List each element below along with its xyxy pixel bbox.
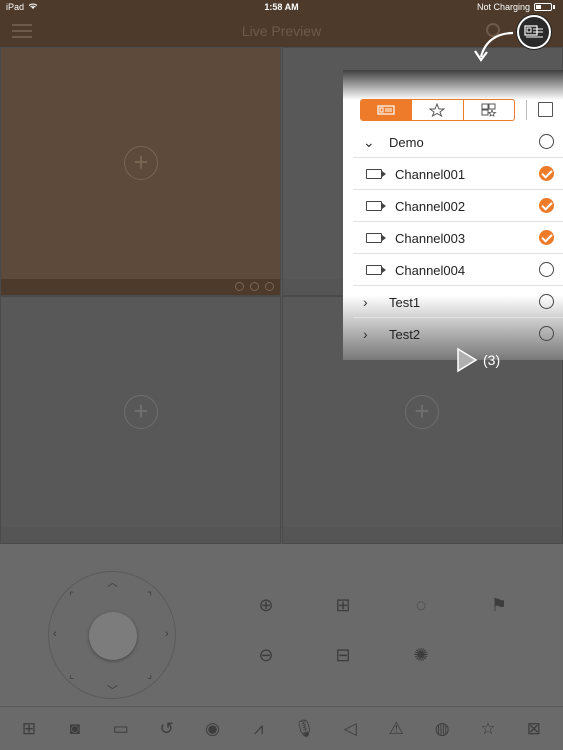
left-arrow-icon[interactable]: ‹ <box>53 628 57 640</box>
group-label: Test1 <box>389 295 421 310</box>
channel-row[interactable]: Channel003 <box>353 222 563 254</box>
down-left-arrow-icon[interactable]: ⌞ <box>69 668 74 681</box>
alarm-icon[interactable]: ⚠ <box>383 716 409 742</box>
add-channel-icon[interactable]: + <box>405 395 439 429</box>
bottom-toolbar: ⊞ ◙ ▭ ↺ ◉ ⩘ 🎙 ◁ ⚠ ◍ ☆ ⊠ <box>0 706 563 750</box>
close-all-icon[interactable]: ⊠ <box>521 716 547 742</box>
star-folder-icon <box>429 103 446 117</box>
annotation-arrow-icon <box>474 31 514 62</box>
cell-toolbar <box>1 527 280 543</box>
favorite-star-icon[interactable]: ☆ <box>475 716 501 742</box>
chevron-down-icon[interactable]: ⌄ <box>363 134 375 151</box>
cell-toolbar <box>283 527 562 543</box>
add-channel-icon[interactable]: + <box>124 146 158 180</box>
ptz-joystick[interactable]: ︿ ﹀ ‹ › ⌜ ⌝ ⌞ ⌟ <box>48 571 176 699</box>
channel-row[interactable]: Channel004 <box>353 254 563 286</box>
play-icon[interactable] <box>455 347 479 373</box>
select-checkbox[interactable] <box>539 326 554 341</box>
up-arrow-icon[interactable]: ︿ <box>107 574 118 590</box>
charging-status: Not Charging <box>476 2 530 12</box>
panel-tabs <box>360 99 515 121</box>
grid-star-icon <box>481 103 497 117</box>
group-row-demo[interactable]: ⌄ Demo <box>353 126 563 158</box>
up-right-arrow-icon[interactable]: ⌝ <box>147 590 152 603</box>
tab-groups[interactable] <box>464 100 514 120</box>
select-checkbox[interactable] <box>539 198 554 213</box>
joystick-knob[interactable] <box>89 612 137 660</box>
channel-row[interactable]: Channel002 <box>353 190 563 222</box>
select-checkbox[interactable] <box>539 134 554 149</box>
stream-quality-icon[interactable]: ⩘ <box>245 716 271 742</box>
video-cell-3[interactable]: + <box>0 296 281 544</box>
device-list-icon <box>524 25 543 38</box>
zoom-out-icon[interactable]: ⊖ <box>255 644 277 666</box>
ptz-panel: ︿ ﹀ ‹ › ⌜ ⌝ ⌞ ⌟ ⊕ ⊞ ◌ ⚑ ⊖ ⊟ ✺ <box>0 544 563 706</box>
split-screen-icon[interactable]: ⊞ <box>16 716 42 742</box>
chevron-right-icon[interactable]: › <box>363 294 368 310</box>
down-right-arrow-icon[interactable]: ⌟ <box>147 668 152 681</box>
iris-open-icon[interactable]: ◌ <box>410 594 432 616</box>
group-label: Demo <box>389 135 424 150</box>
fisheye-icon[interactable]: ◉ <box>200 716 226 742</box>
step-label: (3) <box>483 352 501 368</box>
status-right: Not Charging <box>477 2 555 12</box>
cell-toolbar <box>1 279 280 295</box>
channel-panel: ⌄ Demo Channel001 Channel002 Channel003 … <box>343 70 563 360</box>
camera-icon <box>366 233 386 243</box>
focus-in-icon[interactable]: ⊞ <box>332 594 354 616</box>
group-label: Test2 <box>389 327 421 342</box>
down-arrow-icon[interactable]: ﹀ <box>107 682 118 698</box>
chevron-right-icon[interactable]: › <box>363 326 368 342</box>
channel-label: Channel004 <box>395 263 466 278</box>
iris-close-icon[interactable]: ✺ <box>410 644 432 666</box>
close-icon[interactable] <box>265 282 274 291</box>
channel-label: Channel003 <box>395 231 466 246</box>
battery-icon <box>534 3 552 11</box>
image-view-icon[interactable] <box>538 102 553 117</box>
device-icon <box>377 105 395 115</box>
select-checkbox[interactable] <box>539 230 554 245</box>
panel-divider <box>526 100 527 120</box>
channel-list: ⌄ Demo Channel001 Channel002 Channel003 … <box>353 126 563 350</box>
select-checkbox[interactable] <box>539 262 554 277</box>
up-left-arrow-icon[interactable]: ⌜ <box>69 590 74 603</box>
record-icon[interactable]: ▭ <box>108 716 134 742</box>
snapshot-icon[interactable]: ◙ <box>62 716 88 742</box>
battery-tip <box>553 5 555 9</box>
channel-label: Channel001 <box>395 167 466 182</box>
instant-playback-icon[interactable]: ↺ <box>154 716 180 742</box>
video-cell-1[interactable]: + <box>0 47 281 296</box>
camera-icon <box>366 201 386 211</box>
zoom-in-icon[interactable]: ⊕ <box>255 594 277 616</box>
channel-label: Channel002 <box>395 199 466 214</box>
microphone-icon[interactable]: 🎙 <box>291 716 317 742</box>
zoom-icon[interactable] <box>235 282 244 291</box>
select-checkbox[interactable] <box>539 294 554 309</box>
mic-icon[interactable] <box>250 282 259 291</box>
group-row-test2[interactable]: › Test2 <box>353 318 563 350</box>
focus-out-icon[interactable]: ⊟ <box>332 644 354 666</box>
right-arrow-icon[interactable]: › <box>165 628 169 640</box>
preset-flag-icon[interactable]: ⚑ <box>488 594 510 616</box>
select-checkbox[interactable] <box>539 166 554 181</box>
device-list-button[interactable] <box>517 15 551 49</box>
color-adjust-icon[interactable]: ◍ <box>429 716 455 742</box>
tab-devices[interactable] <box>361 100 413 120</box>
play-annotation: (3) <box>455 347 500 373</box>
camera-icon <box>366 265 386 275</box>
tab-favorites[interactable] <box>412 100 464 120</box>
group-row-test1[interactable]: › Test1 <box>353 286 563 318</box>
add-channel-icon[interactable]: + <box>124 395 158 429</box>
camera-icon <box>366 169 386 179</box>
status-bar: iPad 1:58 AM Not Charging <box>0 0 563 16</box>
speaker-icon[interactable]: ◁ <box>337 716 363 742</box>
channel-row[interactable]: Channel001 <box>353 158 563 190</box>
